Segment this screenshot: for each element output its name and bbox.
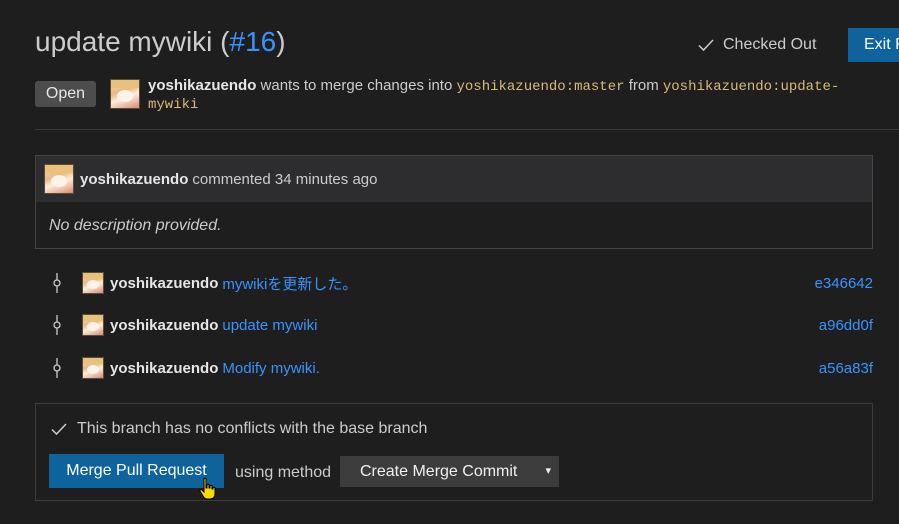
comment-body: No description provided. (49, 217, 222, 234)
source-branch: yoshikazuendo:update- (662, 79, 840, 95)
chevron-down-icon: ▾ (545, 465, 551, 477)
merge-description: yoshikazuendo wants to merge changes int… (148, 75, 899, 98)
source-branch-continued: mywiki (148, 97, 199, 113)
commit-author[interactable]: yoshikazuendo (110, 317, 218, 334)
avatar (82, 314, 104, 336)
pr-number-link[interactable]: #16 (230, 26, 277, 57)
merge-panel: This branch has no conflicts with the ba… (35, 403, 873, 501)
merge-method-value: Create Merge Commit (360, 463, 518, 480)
author-name[interactable]: yoshikazuendo (148, 77, 256, 94)
commit-sha-link[interactable]: a56a83f (819, 360, 873, 377)
checked-out-status: Checked Out (697, 36, 816, 54)
avatar (44, 164, 74, 194)
avatar (110, 79, 140, 109)
merge-pull-request-button[interactable]: Merge Pull Request (49, 454, 224, 488)
git-commit-icon (53, 315, 61, 335)
commit-message-link[interactable]: Modify mywiki. (222, 360, 320, 377)
merge-text-from: from (628, 77, 659, 94)
comment-header: yoshikazuendo commented 34 minutes ago (36, 156, 872, 202)
description-comment: yoshikazuendo commented 34 minutes ago N… (35, 155, 873, 249)
avatar (82, 357, 104, 379)
hand-pointer-cursor-icon (199, 477, 216, 500)
avatar (82, 272, 104, 294)
check-icon (698, 39, 714, 52)
using-method-label: using method (235, 464, 332, 481)
commit-sha-link[interactable]: e346642 (815, 275, 873, 292)
merge-text-wants: wants to merge changes into (260, 77, 453, 94)
checked-out-label: Checked Out (723, 36, 817, 53)
commit-message-link[interactable]: update mywiki (222, 317, 317, 334)
git-commit-icon (53, 273, 61, 293)
check-icon (51, 423, 67, 436)
commit-row: yoshikazuendo mywikiを更新した。 e346642 (50, 271, 873, 295)
commit-message-link[interactable]: mywikiを更新した。 (222, 273, 357, 294)
merge-status-text: This branch has no conflicts with the ba… (77, 420, 428, 437)
merge-method-select[interactable]: Create Merge Commit ▾ (340, 456, 559, 487)
exit-review-button[interactable]: Exit P (848, 28, 899, 62)
commit-author[interactable]: yoshikazuendo (110, 360, 218, 377)
commit-sha-link[interactable]: a96dd0f (819, 317, 873, 334)
comment-meta: commented 34 minutes ago (192, 170, 378, 188)
page-title: update mywiki (#16) (35, 26, 286, 57)
divider (35, 129, 899, 130)
merge-status: This branch has no conflicts with the ba… (50, 420, 427, 438)
status-badge: Open (35, 81, 96, 107)
commit-row: yoshikazuendo update mywiki a96dd0f (50, 313, 873, 337)
git-commit-icon (53, 358, 61, 378)
comment-author[interactable]: yoshikazuendo (80, 171, 188, 188)
commit-author[interactable]: yoshikazuendo (110, 275, 218, 292)
commit-row: yoshikazuendo Modify mywiki. a56a83f (50, 356, 873, 380)
pr-title: update mywiki (35, 26, 213, 57)
target-branch: yoshikazuendo:master (456, 79, 625, 95)
